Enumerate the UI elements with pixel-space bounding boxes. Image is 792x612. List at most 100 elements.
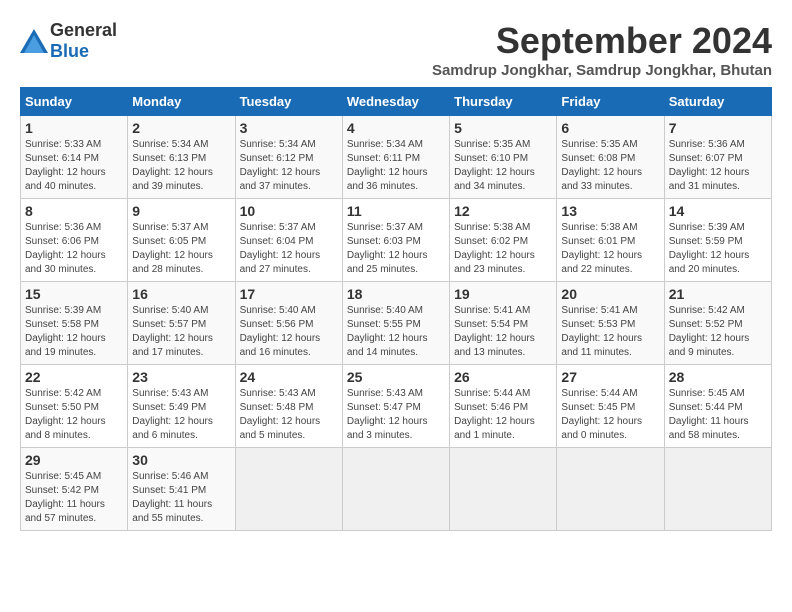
calendar-cell: 25Sunrise: 5:43 AMSunset: 5:47 PMDayligh… (342, 365, 449, 448)
day-info: Sunrise: 5:33 AMSunset: 6:14 PMDaylight:… (25, 138, 123, 194)
day-info: Sunrise: 5:44 AMSunset: 5:46 PMDaylight:… (454, 387, 552, 443)
day-info: Sunrise: 5:34 AMSunset: 6:12 PMDaylight:… (240, 138, 338, 194)
calendar-cell: 28 Sunrise: 5:45 AMSunset: 5:44 PMDayligh… (664, 365, 771, 448)
calendar-row: 29 Sunrise: 5:45 AMSunset: 5:42 PMDayligh… (21, 448, 772, 531)
day-number: 24 (240, 369, 338, 385)
day-number: 14 (669, 203, 767, 219)
calendar-cell (557, 448, 664, 531)
calendar-cell: 20Sunrise: 5:41 AMSunset: 5:53 PMDayligh… (557, 282, 664, 365)
calendar-cell: 27 Sunrise: 5:44 AMSunset: 5:45 PMDayligh… (557, 365, 664, 448)
day-info: Sunrise: 5:36 AMSunset: 6:06 PMDaylight:… (25, 221, 123, 277)
calendar-cell: 21 Sunrise: 5:42 AMSunset: 5:52 PMDayligh… (664, 282, 771, 365)
day-number: 8 (25, 203, 123, 219)
calendar-cell: 30Sunrise: 5:46 AMSunset: 5:41 PMDayligh… (128, 448, 235, 531)
day-number: 5 (454, 120, 552, 136)
calendar-cell: 29 Sunrise: 5:45 AMSunset: 5:42 PMDayligh… (21, 448, 128, 531)
calendar-cell: 12 Sunrise: 5:38 AMSunset: 6:02 PMDayligh… (450, 199, 557, 282)
calendar-cell (664, 448, 771, 531)
day-info: Sunrise: 5:40 AMSunset: 5:57 PMDaylight:… (132, 304, 230, 360)
calendar-row: 22 Sunrise: 5:42 AMSunset: 5:50 PMDayligh… (21, 365, 772, 448)
logo-text-blue: Blue (50, 41, 89, 61)
calendar-cell: 11 Sunrise: 5:37 AMSunset: 6:03 PMDayligh… (342, 199, 449, 282)
day-info: Sunrise: 5:39 AMSunset: 5:59 PMDaylight:… (669, 221, 767, 277)
day-number: 21 (669, 286, 767, 302)
day-number: 19 (454, 286, 552, 302)
day-number: 3 (240, 120, 338, 136)
header-monday: Monday (128, 88, 235, 116)
day-number: 11 (347, 203, 445, 219)
day-info: Sunrise: 5:40 AMSunset: 5:55 PMDaylight:… (347, 304, 445, 360)
calendar-row: 1 Sunrise: 5:33 AMSunset: 6:14 PMDaylight… (21, 116, 772, 199)
day-info: Sunrise: 5:35 AMSunset: 6:08 PMDaylight:… (561, 138, 659, 194)
day-number: 9 (132, 203, 230, 219)
day-number: 18 (347, 286, 445, 302)
calendar-cell: 19 Sunrise: 5:41 AMSunset: 5:54 PMDayligh… (450, 282, 557, 365)
day-number: 23 (132, 369, 230, 385)
day-info: Sunrise: 5:38 AMSunset: 6:01 PMDaylight:… (561, 221, 659, 277)
day-info: Sunrise: 5:43 AMSunset: 5:48 PMDaylight:… (240, 387, 338, 443)
location-subtitle: Samdrup Jongkhar, Samdrup Jongkhar, Bhut… (432, 62, 772, 79)
day-info: Sunrise: 5:37 AMSunset: 6:05 PMDaylight:… (132, 221, 230, 277)
header-sunday: Sunday (21, 88, 128, 116)
calendar-cell: 2Sunrise: 5:34 AMSunset: 6:13 PMDaylight… (128, 116, 235, 199)
day-number: 22 (25, 369, 123, 385)
calendar-cell: 7 Sunrise: 5:36 AMSunset: 6:07 PMDaylight… (664, 116, 771, 199)
calendar-cell: 1 Sunrise: 5:33 AMSunset: 6:14 PMDaylight… (21, 116, 128, 199)
calendar-row: 8 Sunrise: 5:36 AMSunset: 6:06 PMDaylight… (21, 199, 772, 282)
day-number: 4 (347, 120, 445, 136)
calendar-cell: 23Sunrise: 5:43 AMSunset: 5:49 PMDayligh… (128, 365, 235, 448)
day-info: Sunrise: 5:45 AMSunset: 5:44 PMDaylight:… (669, 387, 767, 443)
title-area: September 2024 Samdrup Jongkhar, Samdrup… (432, 20, 772, 79)
header-friday: Friday (557, 88, 664, 116)
month-title: September 2024 (432, 20, 772, 62)
day-info: Sunrise: 5:45 AMSunset: 5:42 PMDaylight:… (25, 470, 123, 526)
day-info: Sunrise: 5:44 AMSunset: 5:45 PMDaylight:… (561, 387, 659, 443)
day-number: 28 (669, 369, 767, 385)
day-info: Sunrise: 5:42 AMSunset: 5:50 PMDaylight:… (25, 387, 123, 443)
calendar-cell: 16 Sunrise: 5:40 AMSunset: 5:57 PMDayligh… (128, 282, 235, 365)
header-thursday: Thursday (450, 88, 557, 116)
day-info: Sunrise: 5:37 AMSunset: 6:03 PMDaylight:… (347, 221, 445, 277)
day-number: 29 (25, 452, 123, 468)
day-info: Sunrise: 5:38 AMSunset: 6:02 PMDaylight:… (454, 221, 552, 277)
calendar-cell: 3 Sunrise: 5:34 AMSunset: 6:12 PMDaylight… (235, 116, 342, 199)
calendar-cell (342, 448, 449, 531)
calendar-cell: 9 Sunrise: 5:37 AMSunset: 6:05 PMDaylight… (128, 199, 235, 282)
day-number: 1 (25, 120, 123, 136)
calendar-cell (450, 448, 557, 531)
calendar-cell: 26Sunrise: 5:44 AMSunset: 5:46 PMDayligh… (450, 365, 557, 448)
calendar-cell: 18 Sunrise: 5:40 AMSunset: 5:55 PMDayligh… (342, 282, 449, 365)
calendar-cell (235, 448, 342, 531)
day-info: Sunrise: 5:43 AMSunset: 5:47 PMDaylight:… (347, 387, 445, 443)
day-number: 10 (240, 203, 338, 219)
day-info: Sunrise: 5:42 AMSunset: 5:52 PMDaylight:… (669, 304, 767, 360)
calendar-cell: 17 Sunrise: 5:40 AMSunset: 5:56 PMDayligh… (235, 282, 342, 365)
calendar-table: Sunday Monday Tuesday Wednesday Thursday… (20, 87, 772, 531)
day-number: 6 (561, 120, 659, 136)
day-number: 7 (669, 120, 767, 136)
calendar-cell: 15Sunrise: 5:39 AMSunset: 5:58 PMDayligh… (21, 282, 128, 365)
header-saturday: Saturday (664, 88, 771, 116)
day-info: Sunrise: 5:40 AMSunset: 5:56 PMDaylight:… (240, 304, 338, 360)
day-info: Sunrise: 5:41 AMSunset: 5:54 PMDaylight:… (454, 304, 552, 360)
day-info: Sunrise: 5:34 AMSunset: 6:11 PMDaylight:… (347, 138, 445, 194)
calendar-cell: 8 Sunrise: 5:36 AMSunset: 6:06 PMDaylight… (21, 199, 128, 282)
calendar-row: 15Sunrise: 5:39 AMSunset: 5:58 PMDayligh… (21, 282, 772, 365)
day-info: Sunrise: 5:36 AMSunset: 6:07 PMDaylight:… (669, 138, 767, 194)
day-info: Sunrise: 5:41 AMSunset: 5:53 PMDaylight:… (561, 304, 659, 360)
day-number: 30 (132, 452, 230, 468)
day-number: 16 (132, 286, 230, 302)
day-info: Sunrise: 5:37 AMSunset: 6:04 PMDaylight:… (240, 221, 338, 277)
day-number: 17 (240, 286, 338, 302)
day-number: 27 (561, 369, 659, 385)
header-wednesday: Wednesday (342, 88, 449, 116)
calendar-cell: 14 Sunrise: 5:39 AMSunset: 5:59 PMDayligh… (664, 199, 771, 282)
calendar-cell: 24 Sunrise: 5:43 AMSunset: 5:48 PMDayligh… (235, 365, 342, 448)
day-number: 13 (561, 203, 659, 219)
logo-icon (20, 29, 48, 53)
calendar-cell: 13 Sunrise: 5:38 AMSunset: 6:01 PMDayligh… (557, 199, 664, 282)
logo-text-general: General (50, 20, 117, 40)
header-tuesday: Tuesday (235, 88, 342, 116)
day-number: 12 (454, 203, 552, 219)
calendar-cell: 6 Sunrise: 5:35 AMSunset: 6:08 PMDaylight… (557, 116, 664, 199)
